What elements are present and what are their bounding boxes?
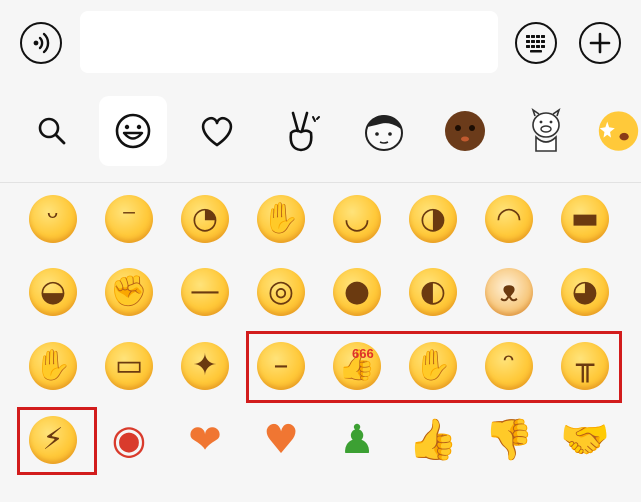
blush-face-icon: ◠ — [485, 195, 533, 243]
blush-hand-face-icon: ✋ — [29, 342, 77, 390]
tab-gestures[interactable] — [267, 96, 335, 166]
tab-search[interactable] — [18, 96, 86, 166]
emotionless-face-icon: – — [257, 342, 305, 390]
smirk-face-icon: ◡ — [333, 195, 381, 243]
smug-face-icon: ◐ — [409, 268, 457, 316]
emoji-emotionless[interactable]: – — [250, 335, 312, 397]
tab-favorites[interactable] — [183, 96, 251, 166]
cracked-face-icon: ⚡ — [29, 416, 77, 464]
thinking-face-icon: ◔ — [181, 195, 229, 243]
emoji-star-eyes[interactable]: ✦ — [174, 335, 236, 397]
emoji-salute[interactable]: ✋ — [402, 335, 464, 397]
emoji-grin[interactable]: ▬ — [554, 188, 616, 250]
emoji-smug[interactable]: ◐ — [402, 261, 464, 323]
broken-heart-icon: ♥ — [263, 417, 299, 463]
victory-hand-icon — [289, 111, 320, 152]
tab-emoji[interactable] — [99, 96, 167, 166]
emoji-crying[interactable]: ╥ — [554, 335, 616, 397]
mask-headband-face-icon: ▭ — [105, 342, 153, 390]
emoji-broken-heart[interactable]: ♥ — [250, 409, 312, 471]
thumbs-down-icon: 👎 — [484, 417, 534, 463]
emoji-category-tabs — [0, 96, 641, 180]
emoji-sigh[interactable]: ᵔ — [478, 335, 540, 397]
tab-sticker-pack-4[interactable] — [596, 96, 641, 166]
sigh-face-icon: ᵔ — [485, 342, 533, 390]
heart-icon — [201, 116, 233, 147]
brown-face-icon — [445, 111, 485, 151]
plus-icon — [589, 32, 611, 54]
emoji-handshake[interactable]: 🤝 — [554, 409, 616, 471]
pig-sticker-icon — [531, 108, 561, 152]
search-icon — [38, 117, 66, 145]
thumbs-up-icon: 👍 — [408, 417, 458, 463]
emoji-grid: ᵕ ⁻ ◔ ✋ ◡ ◑ ◠ ▬ ◒ ✊ — ◎ ● ◐ ᴥ ◕ ✋ ▭ ✦ – … — [0, 183, 641, 502]
yawn-face-icon: ● — [333, 268, 381, 316]
green-man-icon: ♟ — [339, 417, 375, 463]
voice-message-icon — [33, 32, 50, 54]
emoji-666[interactable]: 👍 — [326, 335, 388, 397]
tab-sticker-pack-3[interactable] — [512, 96, 580, 166]
shocked-face-icon: ◎ — [257, 268, 305, 316]
emoji-side-eye[interactable]: ◑ — [402, 188, 464, 250]
emoji-heart[interactable]: ❤ — [174, 409, 236, 471]
handshake-icon: 🤝 — [560, 417, 610, 463]
emoji-partial-icon — [598, 111, 639, 151]
emoji-thumbs-up[interactable]: 👍 — [402, 409, 464, 471]
keyboard-icon — [526, 35, 545, 53]
sticker-face-icon — [365, 115, 403, 151]
emoji-struggle[interactable]: ✊ — [98, 261, 160, 323]
facepalm-crying-face-icon: ✋ — [257, 195, 305, 243]
star-eyes-face-icon: ✦ — [181, 342, 229, 390]
666-label: 666 — [352, 346, 374, 361]
emoji-facepalm-crying[interactable]: ✋ — [250, 188, 312, 250]
smiley-icon — [115, 113, 151, 149]
emoji-shocked[interactable]: ◎ — [250, 261, 312, 323]
lips-icon: ◉ — [111, 417, 147, 463]
sweat-face-icon: — — [181, 268, 229, 316]
message-input[interactable] — [80, 11, 498, 73]
emoji-smirk[interactable]: ◡ — [326, 188, 388, 250]
struggle-face-icon: ✊ — [105, 268, 153, 316]
unamused-face-icon: ⁻ — [105, 195, 153, 243]
emoji-lips[interactable]: ◉ — [98, 409, 160, 471]
emoji-cracked[interactable]: ⚡ — [22, 409, 84, 471]
input-toolbar — [0, 0, 641, 86]
voice-message-button[interactable] — [20, 22, 62, 64]
emoji-thinking[interactable]: ◔ — [174, 188, 236, 250]
keyboard-button[interactable] — [515, 22, 557, 64]
heart-icon: ❤ — [188, 417, 222, 463]
emoji-mask-headband[interactable]: ▭ — [98, 335, 160, 397]
tab-sticker-pack-1[interactable] — [350, 96, 418, 166]
side-eye-face-icon: ◑ — [409, 195, 457, 243]
tab-sticker-pack-2[interactable] — [431, 96, 499, 166]
pensive-face-icon: ᵕ — [29, 195, 77, 243]
crying-face-icon: ╥ — [561, 342, 609, 390]
grin-face-icon: ▬ — [561, 195, 609, 243]
sly-face-icon: ◕ — [561, 268, 609, 316]
emoji-sweat[interactable]: — — [174, 261, 236, 323]
emoji-blush[interactable]: ◠ — [478, 188, 540, 250]
emoji-pensive[interactable]: ᵕ — [22, 188, 84, 250]
emoji-doge[interactable]: ᴥ — [478, 261, 540, 323]
emoji-yawn[interactable]: ● — [326, 261, 388, 323]
emoji-green-man[interactable]: ♟ — [326, 409, 388, 471]
emoji-sly[interactable]: ◕ — [554, 261, 616, 323]
salute-face-icon: ✋ — [409, 342, 457, 390]
emoji-thumbs-down[interactable]: 👎 — [478, 409, 540, 471]
watermelon-face-icon: ◒ — [29, 268, 77, 316]
doge-face-icon: ᴥ — [485, 268, 533, 316]
add-button[interactable] — [579, 22, 621, 64]
emoji-blush-hand[interactable]: ✋ — [22, 335, 84, 397]
emoji-unamused[interactable]: ⁻ — [98, 188, 160, 250]
emoji-watermelon[interactable]: ◒ — [22, 261, 84, 323]
